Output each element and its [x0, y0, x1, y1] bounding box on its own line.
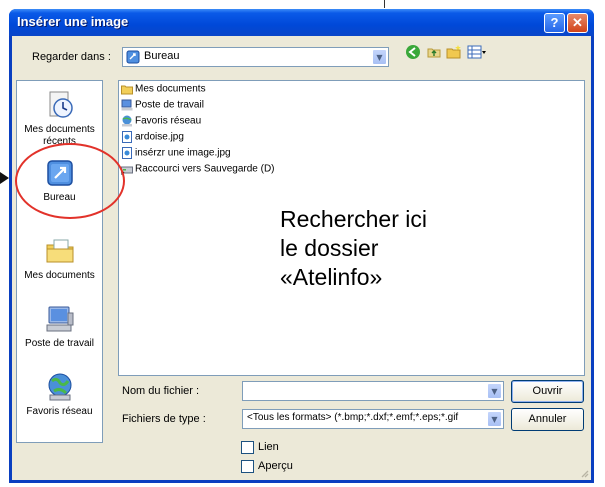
open-button[interactable]: Ouvrir [511, 380, 584, 403]
desktop-icon [46, 160, 73, 186]
place-label: Mes documents [24, 270, 95, 281]
place-my-documents[interactable]: Mes documents [17, 235, 102, 282]
back-icon[interactable] [405, 44, 421, 60]
filetype-label: Fichiers de type : [122, 413, 206, 425]
background-line [384, 0, 385, 8]
list-item[interactable]: Mes documents [121, 83, 206, 99]
place-recent-documents[interactable]: Mes documents récents [17, 89, 102, 148]
image-file-icon [122, 147, 132, 159]
filename-input[interactable]: ▼ [242, 381, 504, 401]
link-label: Lien [258, 441, 279, 453]
title-bar[interactable]: Insérer une image ? ✕ [9, 9, 594, 36]
network-icon [122, 115, 132, 127]
place-label: Mes documents récents [24, 124, 95, 147]
place-desktop[interactable]: Bureau [17, 157, 102, 204]
new-folder-icon[interactable] [446, 44, 462, 60]
list-item[interactable]: ardoise.jpg [121, 131, 184, 147]
chevron-down-icon[interactable]: ▼ [487, 383, 502, 399]
preview-checkbox[interactable] [241, 460, 254, 473]
image-file-icon [122, 131, 132, 143]
cancel-button[interactable]: Annuler [511, 408, 584, 431]
filetype-value: <Tous les formats> (*.bmp;*.dxf;*.emf;*.… [247, 412, 459, 423]
filename-label: Nom du fichier : [122, 385, 200, 397]
my-computer-icon [46, 306, 73, 332]
list-item-label: insérzr une image.jpg [135, 147, 231, 159]
list-item[interactable]: insérzr une image.jpg [121, 147, 231, 163]
preview-label: Aperçu [258, 460, 293, 472]
recent-documents-icon [49, 91, 73, 118]
drive-shortcut-icon [121, 166, 133, 175]
look-in-value: Bureau [144, 50, 180, 62]
pointer-arrow-icon [0, 172, 9, 184]
look-in-select[interactable]: Bureau ▼ [122, 47, 389, 67]
help-button[interactable]: ? [544, 13, 565, 33]
list-item-label: Poste de travail [135, 99, 204, 111]
link-checkbox[interactable] [241, 441, 254, 454]
place-label: Favoris réseau [26, 406, 93, 417]
list-item-label: Mes documents [135, 83, 206, 95]
computer-icon [121, 99, 133, 111]
view-menu-icon[interactable] [467, 44, 487, 60]
list-item[interactable]: Poste de travail [121, 99, 204, 115]
list-item[interactable]: Raccourci vers Sauvegarde (D) [121, 163, 275, 179]
place-label: Bureau [43, 192, 76, 203]
place-my-computer[interactable]: Poste de travail [17, 303, 102, 350]
chevron-down-icon[interactable]: ▼ [487, 411, 502, 427]
close-button[interactable]: ✕ [567, 13, 588, 33]
desktop-icon [126, 50, 140, 64]
places-bar: Mes documents récents Bureau Mes documen… [16, 80, 103, 443]
filetype-select[interactable]: <Tous les formats> (*.bmp;*.dxf;*.emf;*.… [242, 409, 504, 429]
place-network[interactable]: Favoris réseau [17, 371, 102, 418]
list-item-label: Raccourci vers Sauvegarde (D) [135, 163, 275, 175]
folder-icon [121, 85, 133, 95]
network-places-icon [48, 373, 71, 401]
up-folder-icon[interactable] [426, 44, 442, 60]
list-item[interactable]: Favoris réseau [121, 115, 201, 131]
look-in-label: Regarder dans : [32, 51, 111, 63]
place-label: Poste de travail [25, 338, 94, 349]
list-item-label: Favoris réseau [135, 115, 202, 127]
window-title: Insérer une image [17, 14, 129, 29]
resize-grip-icon[interactable] [579, 468, 589, 478]
list-item-label: ardoise.jpg [135, 131, 184, 143]
my-documents-icon [46, 239, 73, 263]
annotation-text: Rechercher ici le dossier «Atelinfo» [280, 206, 427, 290]
chevron-down-icon[interactable]: ▼ [372, 49, 387, 65]
